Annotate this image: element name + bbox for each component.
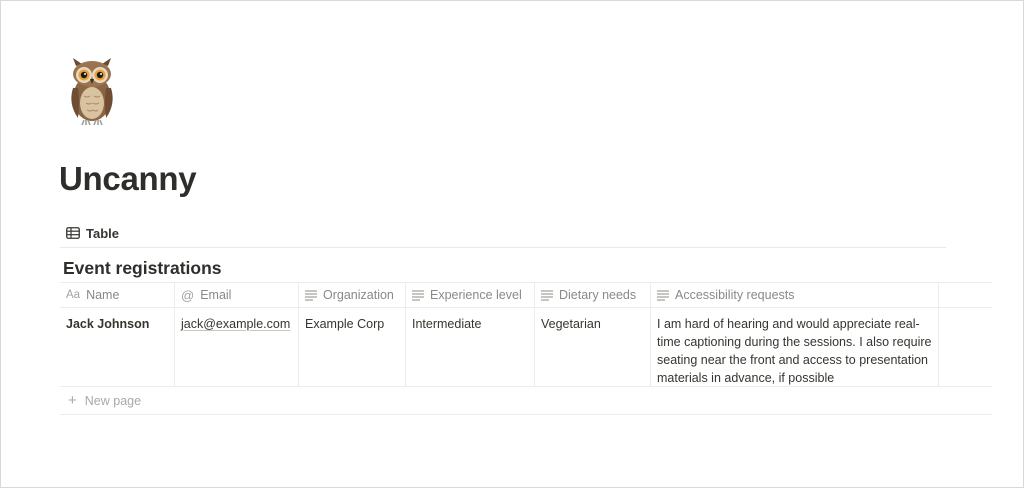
column-header-email[interactable]: @ Email: [175, 283, 299, 307]
column-header-accessibility-requests[interactable]: Accessibility requests: [651, 283, 939, 307]
view-tab-label: Table: [86, 225, 119, 241]
column-header-label: Organization: [323, 288, 394, 302]
cell-empty: [939, 308, 992, 386]
column-header-label: Accessibility requests: [675, 288, 795, 302]
cell-organization[interactable]: Example Corp: [299, 308, 406, 386]
text-lines-icon: [412, 289, 424, 301]
owl-page-icon[interactable]: [64, 56, 120, 128]
plus-icon: +: [68, 392, 77, 409]
column-header-name[interactable]: Aa Name: [60, 283, 175, 307]
view-tab-table[interactable]: Table: [66, 222, 119, 244]
database-table: Aa Name @ Email Organization Experience …: [60, 282, 992, 415]
table-icon: [66, 227, 80, 239]
title-aa-icon: Aa: [66, 289, 81, 301]
cell-name[interactable]: Jack Johnson: [60, 308, 175, 386]
column-header-empty: [939, 283, 992, 307]
column-header-organization[interactable]: Organization: [299, 283, 406, 307]
table-header-row: Aa Name @ Email Organization Experience …: [60, 282, 992, 308]
column-header-label: Name: [86, 288, 120, 302]
at-icon: @: [181, 287, 195, 303]
column-header-experience-level[interactable]: Experience level: [406, 283, 535, 307]
cell-experience-level[interactable]: Intermediate: [406, 308, 535, 386]
cell-accessibility-requests[interactable]: I am hard of hearing and would appreciat…: [651, 308, 939, 386]
table-row[interactable]: Jack Johnson jack@example.com Example Co…: [60, 308, 992, 387]
cell-dietary-needs[interactable]: Vegetarian: [535, 308, 651, 386]
text-lines-icon: [657, 289, 669, 301]
text-lines-icon: [541, 289, 553, 301]
column-header-label: Dietary needs: [559, 288, 637, 302]
new-page-label: New page: [84, 393, 142, 408]
column-header-dietary-needs[interactable]: Dietary needs: [535, 283, 651, 307]
database-title[interactable]: Event registrations: [63, 258, 222, 279]
new-page-button[interactable]: + New page: [60, 387, 992, 415]
column-header-label: Email: [200, 288, 232, 302]
cell-email[interactable]: jack@example.com: [175, 308, 299, 386]
text-lines-icon: [305, 289, 317, 301]
column-header-label: Experience level: [430, 288, 522, 302]
view-tabs-bar: Table: [60, 218, 946, 248]
page-title[interactable]: Uncanny: [59, 160, 197, 198]
